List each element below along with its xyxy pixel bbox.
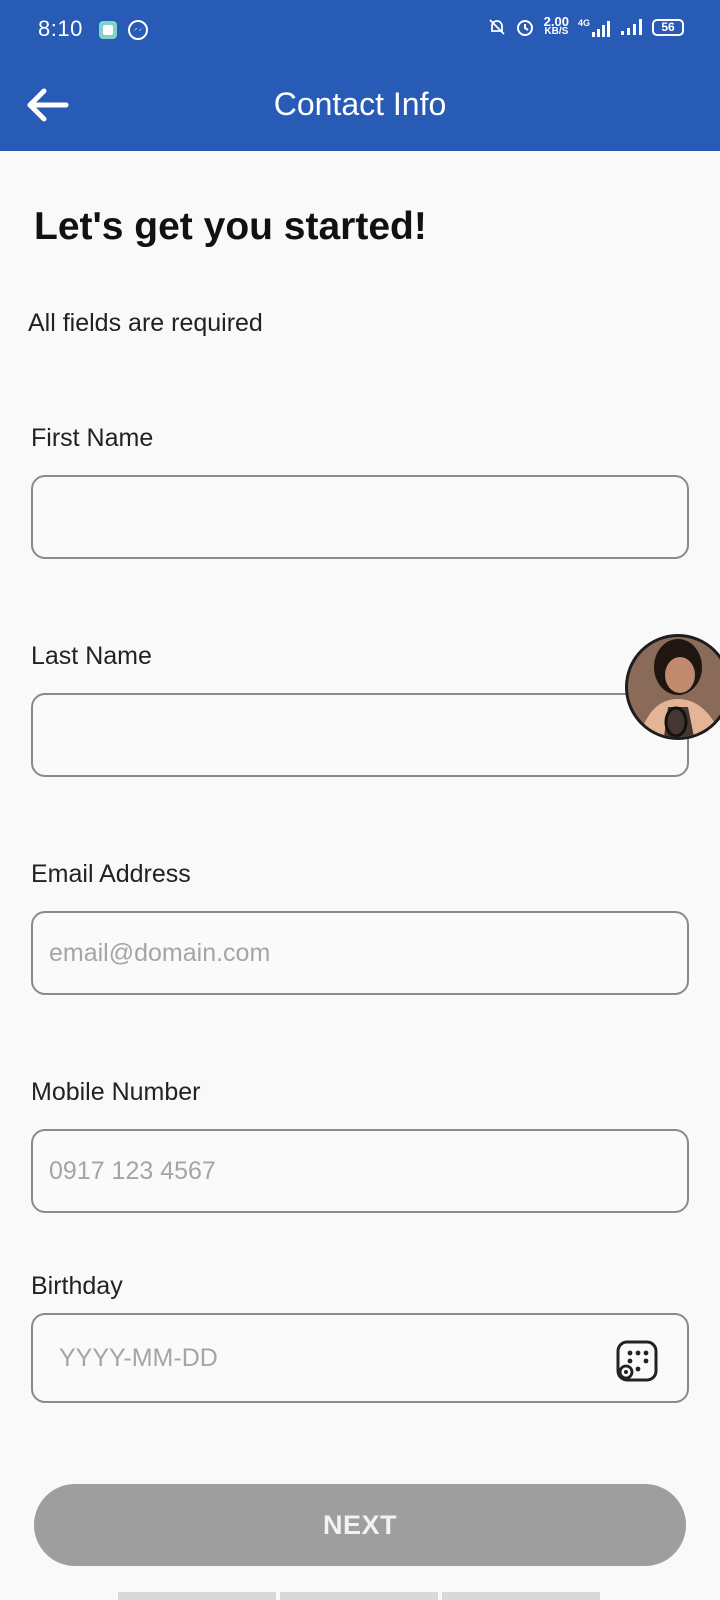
keyboard-hint-bar (118, 1592, 276, 1600)
birthday-field[interactable] (31, 1313, 689, 1403)
status-bar: 8:10 2.00 KB/S 4G 56 (0, 0, 720, 62)
email-field[interactable] (31, 911, 689, 995)
email-label: Email Address (31, 860, 191, 888)
speed-unit: KB/S (544, 26, 569, 37)
messenger-icon (128, 20, 148, 40)
calendar-icon[interactable] (615, 1339, 659, 1383)
email-input[interactable] (33, 913, 687, 993)
notification-icons (97, 19, 149, 41)
avatar (628, 637, 720, 737)
app-notification-icon (99, 21, 117, 39)
first-name-field[interactable] (31, 475, 689, 559)
signal-4g-icon: 4G (578, 18, 612, 37)
floating-chat-head[interactable] (625, 634, 720, 740)
page-title: Contact Info (273, 86, 447, 122)
network-speed: 2.00 KB/S (544, 15, 569, 37)
first-name-input[interactable] (33, 477, 687, 557)
alarm-icon (516, 20, 533, 36)
status-time: 8:10 (38, 16, 83, 41)
mobile-number-label: Mobile Number (31, 1078, 201, 1106)
form-subtext: All fields are required (28, 309, 263, 337)
battery-icon: 56 (652, 18, 684, 36)
last-name-label: Last Name (31, 642, 152, 670)
first-name-label: First Name (31, 424, 154, 452)
birthday-label: Birthday (31, 1272, 123, 1300)
keyboard-hint-bar (280, 1592, 438, 1600)
next-button[interactable]: NEXT (34, 1484, 686, 1566)
form-heading: Let's get you started! (34, 205, 427, 248)
last-name-input[interactable] (33, 695, 687, 775)
last-name-field[interactable] (31, 693, 689, 777)
status-indicators: 2.00 KB/S 4G 56 (488, 15, 684, 37)
keyboard-hint-bar (442, 1592, 600, 1600)
signal-icon (621, 19, 642, 35)
birthday-input[interactable] (33, 1315, 687, 1401)
mute-bell-icon (489, 19, 505, 35)
mobile-number-input[interactable] (33, 1131, 687, 1211)
app-bar: Contact Info (0, 62, 720, 151)
mobile-number-field[interactable] (31, 1129, 689, 1213)
network-type-label: 4G (577, 17, 590, 28)
